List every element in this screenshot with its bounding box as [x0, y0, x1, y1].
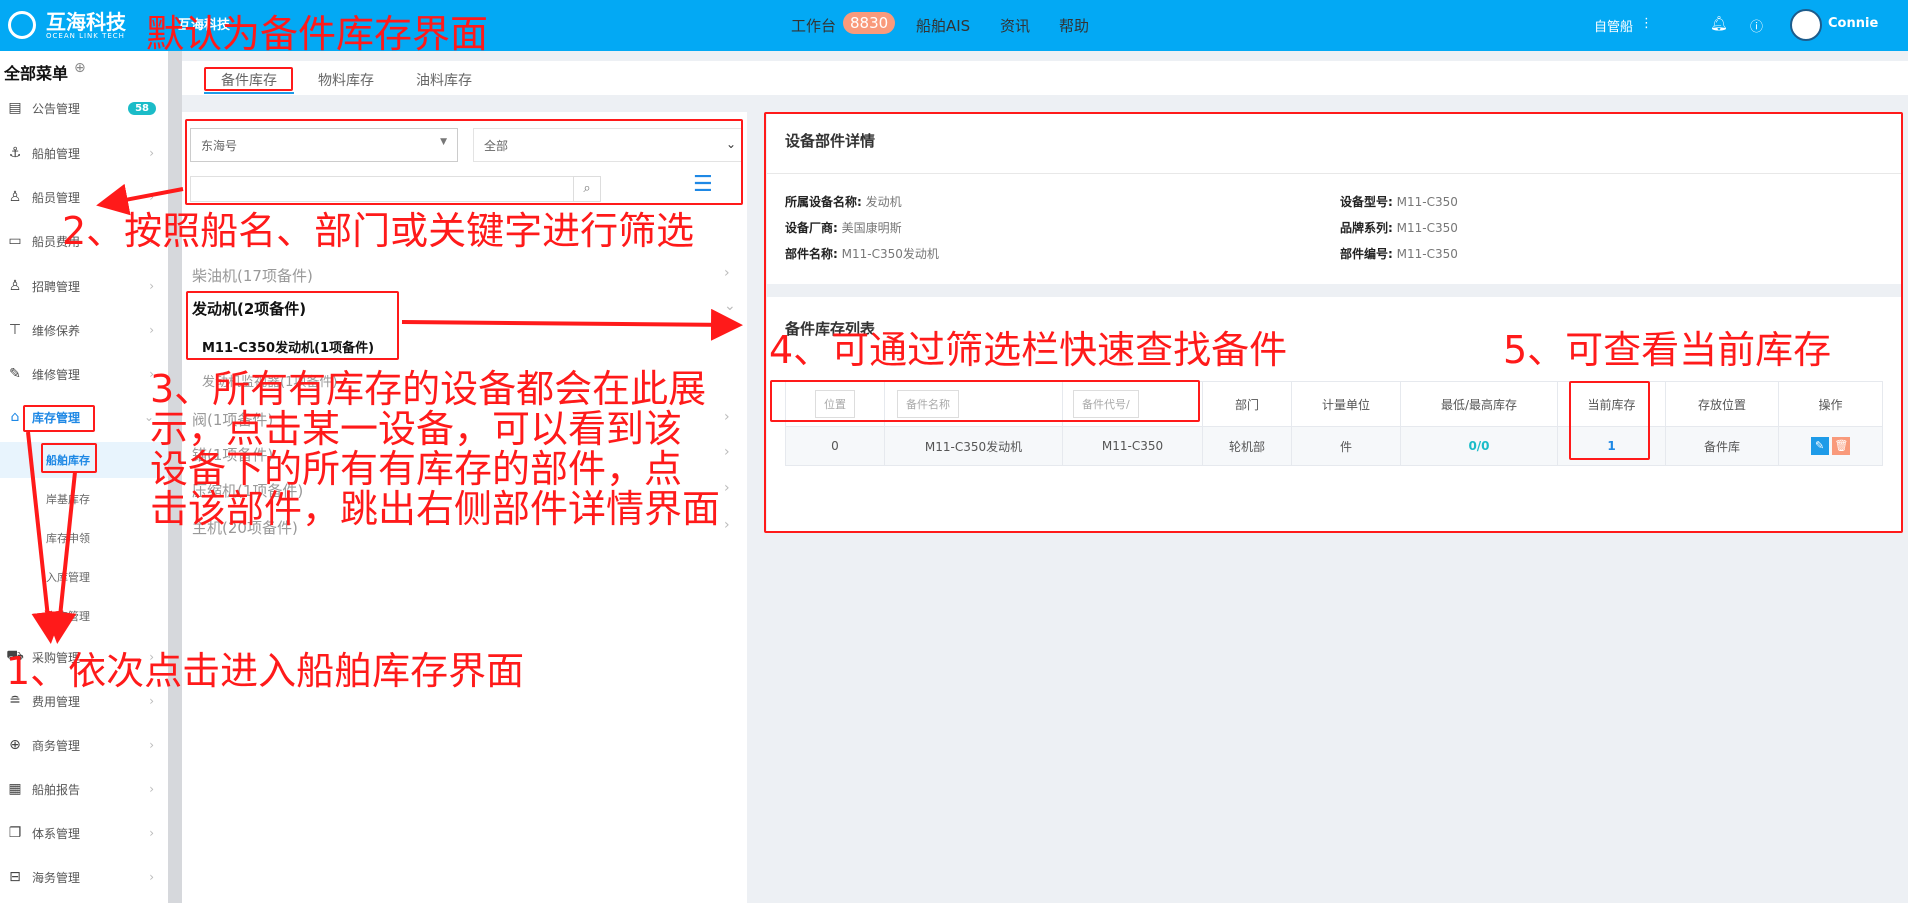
annotation-2: 2、按照船名、部门或关键字进行筛选 [62, 209, 695, 253]
annotation-3-line2: 示，点击某一设备，可以看到该 [150, 407, 683, 451]
annotation-3-line4: 击该部件，跳出右侧部件详情界面 [150, 487, 721, 531]
arrow-detail [401, 308, 743, 341]
annotation-0: 默认为备件库存界面 [146, 12, 489, 56]
annotation-3-line1: 3、所有有库存的设备都会在此展 [150, 367, 707, 411]
arrow-filter [96, 183, 184, 216]
annotation-4: 4、可通过筛选栏快速查找备件 [769, 328, 1288, 372]
arrow-menu-2 [44, 471, 77, 644]
annotation-3-line3: 设备下的所有有库存的部件，点 [150, 447, 683, 491]
annotation-1: 1、依次点击进入船舶库存界面 [6, 649, 525, 693]
arrow-menu-1 [26, 431, 64, 644]
annotation-5: 5、可查看当前库存 [1503, 328, 1832, 372]
